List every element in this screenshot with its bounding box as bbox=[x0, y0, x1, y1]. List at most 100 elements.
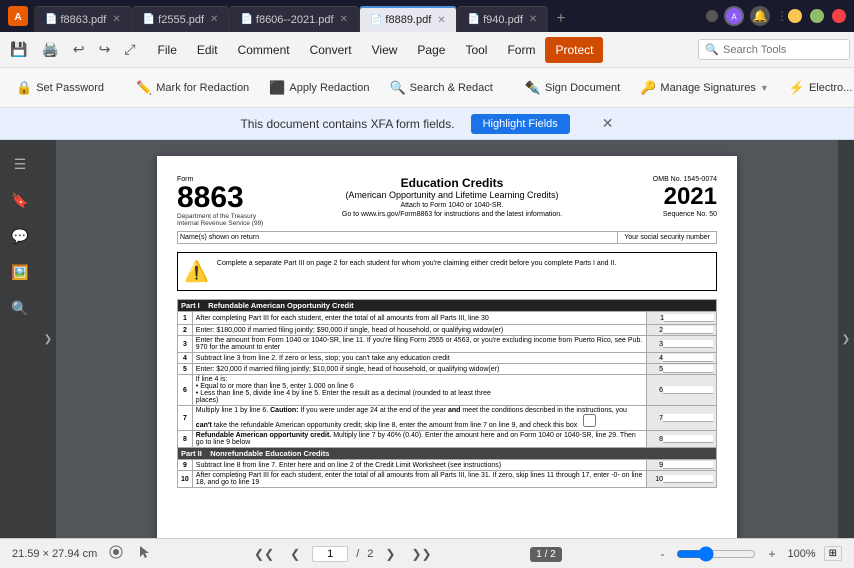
zoom-slider[interactable] bbox=[676, 546, 756, 562]
set-password-button[interactable]: 🔒 Set Password bbox=[8, 76, 112, 100]
row2-input[interactable] bbox=[663, 326, 713, 334]
name-ssn-row: Name(s) shown on return Your social secu… bbox=[177, 231, 717, 244]
cursor-tool-button[interactable] bbox=[105, 543, 127, 564]
row5-input[interactable] bbox=[663, 365, 713, 373]
select-tool-button[interactable] bbox=[135, 543, 155, 564]
profile-icon[interactable]: A bbox=[724, 6, 744, 26]
tab-label: f8606--2021.pdf bbox=[256, 14, 334, 26]
menu-convert[interactable]: Convert bbox=[300, 37, 362, 63]
minimize-button[interactable] bbox=[788, 9, 802, 23]
search-input[interactable] bbox=[723, 44, 843, 56]
svg-text:A: A bbox=[731, 13, 737, 22]
panel-comment-icon[interactable]: 💬 bbox=[4, 220, 36, 252]
part1-header: Part I bbox=[181, 301, 200, 310]
row-text: Enter: $180,000 if married filing jointl… bbox=[192, 325, 646, 336]
tab-f8863[interactable]: 📄 f8863.pdf ✕ bbox=[34, 6, 132, 32]
manage-signatures-button[interactable]: 🔑 Manage Signatures ▼ bbox=[632, 76, 777, 100]
panel-menu-icon[interactable]: ☰ bbox=[4, 148, 36, 180]
form-number: 8863 bbox=[177, 183, 277, 213]
lock-icon: 🔒 bbox=[16, 80, 32, 96]
main-area: ☰ 🔖 💬 🖼️ 🔍 ❯ Form 8863 Department of the… bbox=[0, 140, 854, 538]
left-panel-collapse-button[interactable]: ❯ bbox=[40, 140, 56, 538]
menu-file[interactable]: File bbox=[148, 37, 187, 63]
input-cell: 8 bbox=[647, 431, 717, 448]
key-icon: 🔑 bbox=[640, 80, 656, 96]
close-button[interactable] bbox=[832, 9, 846, 23]
menu-tool[interactable]: Tool bbox=[455, 37, 497, 63]
apply-redaction-button[interactable]: ⬛ Apply Redaction bbox=[261, 76, 377, 100]
mark-redaction-button[interactable]: ✏️ Mark for Redaction bbox=[128, 76, 257, 100]
row7-input[interactable] bbox=[663, 414, 713, 422]
first-page-button[interactable]: ❮❮ bbox=[250, 545, 278, 563]
menu-view[interactable]: View bbox=[362, 37, 408, 63]
toolbar-btn-label: Electro... bbox=[809, 82, 852, 94]
notif-close-button[interactable]: ✕ bbox=[602, 115, 614, 132]
tab-close-f2555[interactable]: ✕ bbox=[210, 14, 218, 25]
last-page-button[interactable]: ❯❯ bbox=[407, 545, 435, 563]
row7-checkbox[interactable] bbox=[583, 414, 596, 427]
document-area[interactable]: Form 8863 Department of the Treasury Int… bbox=[56, 140, 838, 538]
row-num: 10 bbox=[178, 471, 193, 488]
menu-edit[interactable]: Edit bbox=[187, 37, 228, 63]
row10-input[interactable] bbox=[663, 475, 713, 483]
maximize-button[interactable] bbox=[810, 9, 824, 23]
print-action-button[interactable]: 🖨️ bbox=[35, 37, 64, 62]
tab-close-f8606[interactable]: ✕ bbox=[340, 14, 348, 25]
sign-document-button[interactable]: ✒️ Sign Document bbox=[517, 76, 628, 100]
next-page-button[interactable]: ❯ bbox=[381, 545, 399, 563]
tab-f8889[interactable]: 📄 f8889.pdf ✕ bbox=[359, 6, 457, 32]
menu-actions: 💾 🖨️ ↩ ↪ ⤢ bbox=[4, 37, 142, 62]
toolbar-btn-label: Apply Redaction bbox=[289, 82, 369, 94]
search-redact-icon: 🔍 bbox=[389, 80, 405, 96]
tab-f940[interactable]: 📄 f940.pdf ✕ bbox=[457, 6, 549, 32]
panel-search-icon[interactable]: 🔍 bbox=[4, 292, 36, 324]
row8-input[interactable] bbox=[663, 435, 713, 443]
panel-thumbnail-icon[interactable]: 🖼️ bbox=[4, 256, 36, 288]
menu-comment[interactable]: Comment bbox=[228, 37, 300, 63]
tab-f2555[interactable]: 📄 f2555.pdf ✕ bbox=[132, 6, 230, 32]
zoom-out-button[interactable]: - bbox=[656, 545, 668, 563]
prev-page-button[interactable]: ❮ bbox=[286, 545, 304, 563]
redo-action-button[interactable]: ↪ bbox=[93, 37, 117, 62]
tab-f8606[interactable]: 📄 f8606--2021.pdf ✕ bbox=[229, 6, 359, 32]
expand-action-button[interactable]: ⤢ bbox=[118, 37, 141, 62]
table-row: 8 Refundable American opportunity credit… bbox=[178, 431, 717, 448]
electro-button[interactable]: ⚡ Electro... bbox=[781, 76, 854, 100]
dimensions-text: 21.59 × 27.94 cm bbox=[12, 548, 97, 560]
total-pages: 2 bbox=[367, 548, 373, 560]
undo-action-button[interactable]: ↩ bbox=[67, 37, 91, 62]
fit-page-button[interactable]: ⊞ bbox=[824, 546, 842, 561]
row-num: 9 bbox=[178, 460, 193, 471]
more-options-icon[interactable]: ⋮ bbox=[776, 9, 788, 23]
save-action-button[interactable]: 💾 bbox=[4, 37, 33, 62]
notification-icon[interactable]: 🔔 bbox=[750, 6, 770, 26]
input-cell: 6 bbox=[647, 375, 717, 406]
scroll-left-btn[interactable] bbox=[706, 10, 718, 22]
page-badge: 1 / 2 bbox=[530, 547, 561, 562]
zoom-in-button[interactable]: + bbox=[764, 545, 779, 563]
row1-input[interactable] bbox=[664, 314, 714, 322]
row9-input[interactable] bbox=[663, 461, 713, 469]
new-tab-button[interactable]: + bbox=[548, 6, 573, 32]
table-row: 2 Enter: $180,000 if married filing join… bbox=[178, 325, 717, 336]
tab-close-f940[interactable]: ✕ bbox=[529, 14, 537, 25]
row3-input[interactable] bbox=[663, 340, 713, 348]
tab-close-f8889[interactable]: ✕ bbox=[437, 15, 445, 26]
menu-protect[interactable]: Protect bbox=[545, 37, 603, 63]
row4-input[interactable] bbox=[663, 354, 713, 362]
right-panel-expand-button[interactable]: ❯ bbox=[838, 140, 854, 538]
tab-icon-pdf: 📄 bbox=[45, 14, 57, 25]
pencil-icon: ✏️ bbox=[136, 80, 152, 96]
sequence-text: Sequence No. 50 bbox=[627, 211, 717, 218]
menu-form[interactable]: Form bbox=[497, 37, 545, 63]
page-number-input[interactable] bbox=[312, 546, 348, 562]
tab-close-f8863[interactable]: ✕ bbox=[112, 14, 120, 25]
search-icon: 🔍 bbox=[705, 43, 719, 56]
search-redact-button[interactable]: 🔍 Search & Redact bbox=[381, 76, 500, 100]
menu-page[interactable]: Page bbox=[407, 37, 455, 63]
row-text: Enter the amount from Form 1040 or 1040-… bbox=[192, 336, 646, 353]
panel-bookmark-icon[interactable]: 🔖 bbox=[4, 184, 36, 216]
input-cell: 7 bbox=[647, 406, 717, 431]
highlight-fields-button[interactable]: Highlight Fields bbox=[471, 114, 570, 134]
row6-input[interactable] bbox=[663, 386, 713, 394]
